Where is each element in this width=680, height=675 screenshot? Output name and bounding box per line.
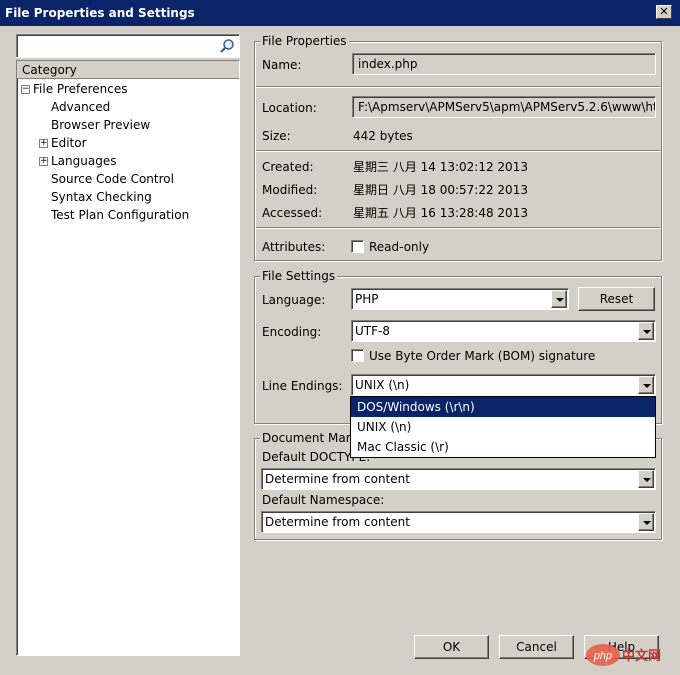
svg-text:php: php [593,650,612,662]
line-endings-select[interactable]: UNIX (\n) [351,374,656,396]
line-endings-dropdown-list[interactable]: DOS/Windows (\r\n) UNIX (\n) Mac Classic… [350,396,656,458]
encoding-value: UTF-8 [355,324,390,338]
divider [256,150,660,152]
attributes-label: Attributes: [262,240,326,254]
divider [256,86,660,88]
read-only-label[interactable]: Read-only [369,239,429,255]
size-label: Size: [262,129,291,143]
chevron-down-icon[interactable] [638,470,654,488]
dropdown-option-mac-classic[interactable]: Mac Classic (\r) [351,437,655,457]
chevron-down-icon[interactable] [638,513,654,531]
name-field: index.php [352,53,656,75]
doctype-value: Determine from content [265,472,410,486]
window-title: File Properties and Settings [5,6,195,20]
namespace-select[interactable]: Determine from content [261,511,656,533]
language-value: PHP [355,292,379,306]
bom-label[interactable]: Use Byte Order Mark (BOM) signature [369,348,595,364]
location-field: F:\Apmserv\APMServ5\apm\APMServ5.2.6\www… [352,96,656,118]
line-endings-label: Line Endings: [262,379,343,393]
chevron-down-icon[interactable] [551,290,567,308]
name-label: Name: [262,58,302,72]
language-select[interactable]: PHP [351,288,569,310]
tree-header: Category [17,61,239,79]
tree-item-advanced[interactable]: Advanced [51,98,110,116]
chevron-down-icon[interactable] [638,322,654,340]
tree-item-label: File Preferences [33,82,128,96]
tree-item-label: Languages [51,154,117,168]
tree-item-browser-preview[interactable]: Browser Preview [51,116,150,134]
modified-label: Modified: [262,183,318,197]
close-button[interactable]: ✕ [656,5,672,19]
divider [256,227,660,229]
location-label: Location: [262,101,317,115]
language-label: Language: [262,293,326,307]
created-value: 星期三 八月 14 13:02:12 2013 [353,160,528,174]
close-icon: ✕ [659,5,669,18]
tree-item-label: Editor [51,136,87,150]
svg-text:中文网: 中文网 [622,648,661,664]
bom-checkbox[interactable] [351,349,364,362]
ok-button[interactable]: OK [414,635,489,659]
chevron-down-icon[interactable] [638,376,654,394]
collapse-icon[interactable]: − [21,85,30,94]
category-search-input[interactable] [16,34,240,58]
title-bar[interactable]: File Properties and Settings ✕ [0,0,680,26]
tree-item-source-code-control[interactable]: Source Code Control [51,170,174,188]
magnifier-icon[interactable] [219,38,235,54]
php-watermark-logo: php 中文网 [586,644,661,666]
category-tree[interactable]: Category − File Preferences Advanced Bro… [16,60,240,656]
created-label: Created: [262,160,314,174]
line-endings-value: UNIX (\n) [355,378,410,392]
namespace-value: Determine from content [265,515,410,529]
size-value: 442 bytes [353,129,413,143]
modified-value: 星期日 八月 18 00:57:22 2013 [353,183,528,197]
tree-item-syntax-checking[interactable]: Syntax Checking [51,188,152,206]
dropdown-option-dos-windows[interactable]: DOS/Windows (\r\n) [351,397,655,417]
expand-icon[interactable]: + [39,139,48,148]
file-properties-legend: File Properties [260,34,349,48]
accessed-label: Accessed: [262,206,323,220]
file-settings-legend: File Settings [260,269,338,283]
read-only-checkbox[interactable] [351,240,364,253]
namespace-label: Default Namespace: [262,493,385,507]
expand-icon[interactable]: + [39,157,48,166]
encoding-label: Encoding: [262,325,322,339]
cancel-button[interactable]: Cancel [499,635,574,659]
encoding-select[interactable]: UTF-8 [351,320,656,342]
doctype-select[interactable]: Determine from content [261,468,656,490]
reset-button[interactable]: Reset [578,287,655,311]
accessed-value: 星期五 八月 16 13:28:48 2013 [353,206,528,220]
dialog-window: File Properties and Settings ✕ Category … [0,0,680,675]
tree-item-test-plan-configuration[interactable]: Test Plan Configuration [51,206,189,224]
dropdown-option-unix[interactable]: UNIX (\n) [351,417,655,437]
